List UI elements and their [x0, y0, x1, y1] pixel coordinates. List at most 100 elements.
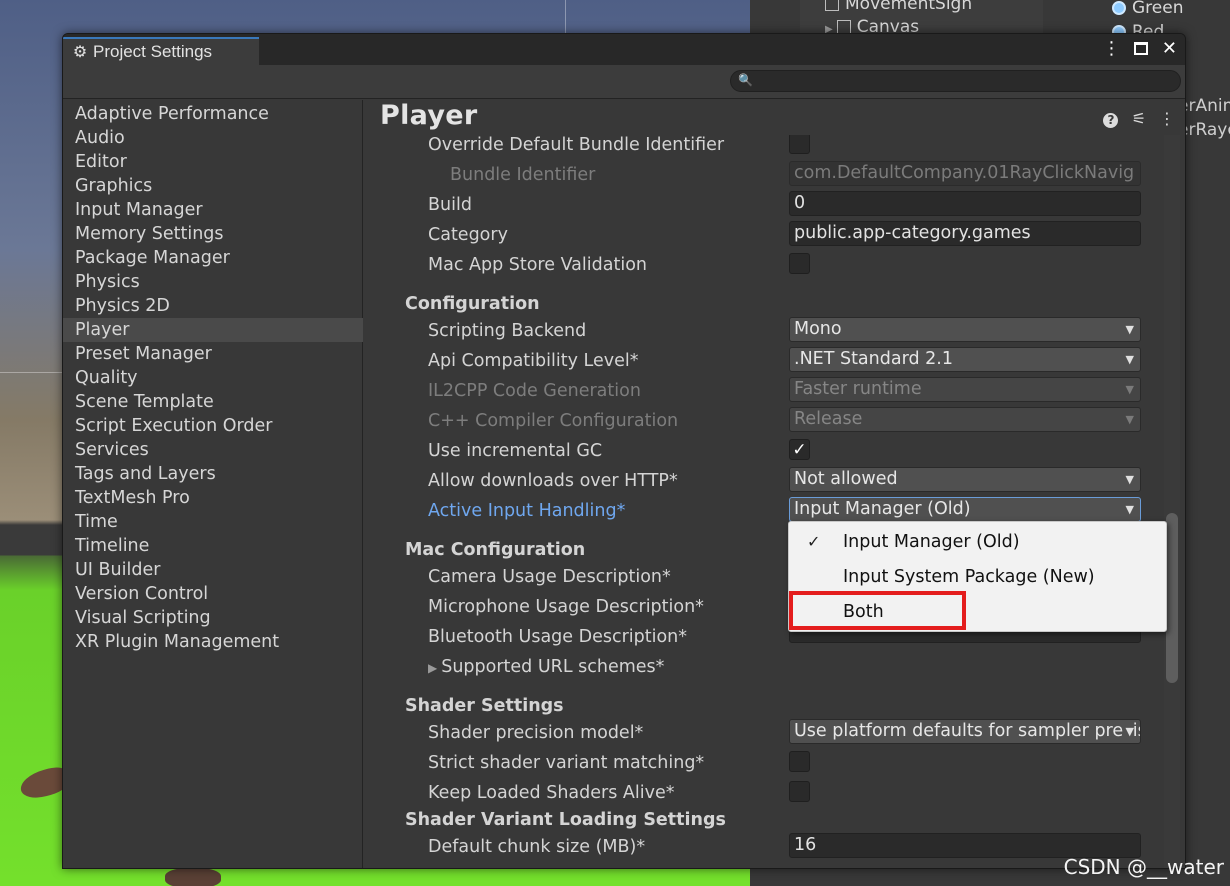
- sidebar-item-visual-scripting[interactable]: Visual Scripting: [63, 606, 363, 630]
- sidebar-item-preset-manager[interactable]: Preset Manager: [63, 342, 363, 366]
- menu-item-label: Input System Package (New): [843, 567, 1095, 587]
- search-icon: 🔍: [738, 73, 753, 87]
- hierarchy-item[interactable]: MovementSign: [825, 0, 972, 14]
- api-compatibility-label: Api Compatibility Level*: [428, 351, 639, 371]
- sidebar-item-script-execution-order[interactable]: Script Execution Order: [63, 414, 363, 438]
- player-settings-panel: Player ? ⚟ ⋮ Override Default Bundle Ide…: [364, 100, 1185, 868]
- sidebar-item-package-manager[interactable]: Package Manager: [63, 246, 363, 270]
- watermark: CSDN @__water: [1063, 855, 1224, 879]
- incremental-gc-checkbox[interactable]: ✓: [789, 439, 810, 460]
- dropdown-value: Not allowed: [794, 469, 898, 489]
- sidebar-item-adaptive-performance[interactable]: Adaptive Performance: [63, 102, 363, 126]
- scrollbar-thumb[interactable]: [1166, 513, 1178, 683]
- sidebar-item-scene-template[interactable]: Scene Template: [63, 390, 363, 414]
- sidebar-item-tags-and-layers[interactable]: Tags and Layers: [63, 462, 363, 486]
- title-bar: ⚙ Project Settings ⋮ ✕: [63, 34, 1185, 65]
- more-options-icon[interactable]: ⋮: [1102, 38, 1120, 59]
- active-input-handling-dropdown[interactable]: Input Manager (Old) ▼: [789, 497, 1141, 522]
- project-settings-window: ⚙ Project Settings ⋮ ✕ 🔍 Adaptive Perform…: [62, 33, 1186, 869]
- radio-icon: [1112, 1, 1126, 15]
- sidebar-item-ui-builder[interactable]: UI Builder: [63, 558, 363, 582]
- project-settings-tab[interactable]: ⚙ Project Settings: [63, 37, 259, 65]
- allow-http-dropdown[interactable]: Not allowed ▼: [789, 467, 1141, 492]
- sidebar-item-editor[interactable]: Editor: [63, 150, 363, 174]
- search-input[interactable]: 🔍: [730, 70, 1181, 92]
- mac-app-store-validation-label: Mac App Store Validation: [428, 255, 647, 275]
- dropdown-arrow-icon: ▼: [1125, 353, 1134, 366]
- sidebar-item-player[interactable]: Player: [63, 318, 363, 342]
- dropdown-value: Release: [794, 409, 863, 429]
- scene-rock-object: [165, 868, 221, 886]
- search-toolbar: 🔍: [63, 65, 1185, 99]
- maximize-icon[interactable]: [1134, 42, 1149, 55]
- hierarchy-item-green[interactable]: Green: [1112, 0, 1183, 18]
- settings-sidebar: Adaptive Performance Audio Editor Graphi…: [63, 100, 363, 868]
- dropdown-arrow-icon: ▼: [1125, 473, 1134, 486]
- allow-http-label: Allow downloads over HTTP*: [428, 471, 678, 491]
- page-title: Player: [380, 100, 478, 131]
- shader-precision-dropdown[interactable]: Use platform defaults for sampler precis…: [789, 719, 1141, 744]
- configuration-header: Configuration: [405, 294, 540, 314]
- cube-icon: [836, 20, 851, 34]
- close-icon[interactable]: ✕: [1162, 38, 1177, 59]
- sidebar-item-graphics[interactable]: Graphics: [63, 174, 363, 198]
- active-input-handling-label: Active Input Handling*: [428, 501, 626, 521]
- shader-settings-header: Shader Settings: [405, 696, 564, 716]
- sidebar-item-xr-plugin-management[interactable]: XR Plugin Management: [63, 630, 363, 654]
- keep-loaded-shaders-checkbox[interactable]: [789, 781, 810, 802]
- supported-url-schemes-foldout[interactable]: ▶ Supported URL schemes*: [428, 657, 664, 677]
- category-label: Category: [428, 225, 508, 245]
- shader-precision-label: Shader precision model*: [428, 723, 644, 743]
- build-label: Build: [428, 195, 472, 215]
- sidebar-item-physics-2d[interactable]: Physics 2D: [63, 294, 363, 318]
- camera-usage-label: Camera Usage Description*: [428, 567, 671, 587]
- dropdown-value: Faster runtime: [794, 379, 922, 399]
- sidebar-item-services[interactable]: Services: [63, 438, 363, 462]
- default-chunk-size-label: Default chunk size (MB)*: [428, 837, 646, 857]
- checkmark-icon: ✓: [807, 532, 821, 551]
- preset-sliders-icon[interactable]: ⚟: [1132, 109, 1146, 128]
- bundle-identifier-field[interactable]: com.DefaultCompany.01RayClickNavig: [789, 161, 1141, 186]
- cpp-compiler-configuration-dropdown: Release ▼: [789, 407, 1141, 432]
- strict-shader-matching-label: Strict shader variant matching*: [428, 753, 705, 773]
- api-compatibility-dropdown[interactable]: .NET Standard 2.1 ▼: [789, 347, 1141, 372]
- sidebar-item-quality[interactable]: Quality: [63, 366, 363, 390]
- dropdown-value: .NET Standard 2.1: [794, 349, 953, 369]
- build-field[interactable]: 0: [789, 191, 1141, 216]
- sidebar-item-physics[interactable]: Physics: [63, 270, 363, 294]
- sidebar-item-memory-settings[interactable]: Memory Settings: [63, 222, 363, 246]
- dropdown-arrow-icon: ▼: [1125, 323, 1134, 336]
- sidebar-item-input-manager[interactable]: Input Manager: [63, 198, 363, 222]
- gear-icon: ⚙: [72, 44, 88, 61]
- dropdown-arrow-icon: ▼: [1125, 503, 1134, 516]
- il2cpp-code-generation-label: IL2CPP Code Generation: [428, 381, 641, 401]
- help-icon[interactable]: ?: [1103, 113, 1119, 128]
- tab-title: Project Settings: [93, 42, 213, 61]
- category-field[interactable]: public.app-category.games: [789, 221, 1141, 246]
- sidebar-item-timeline[interactable]: Timeline: [63, 534, 363, 558]
- dropdown-arrow-icon: ▼: [1125, 383, 1134, 396]
- mac-app-store-validation-checkbox[interactable]: [789, 253, 810, 274]
- microphone-usage-label: Microphone Usage Description*: [428, 597, 704, 617]
- menu-item-input-system-package-new[interactable]: Input System Package (New): [789, 560, 1166, 594]
- red-highlight-box: [789, 591, 966, 630]
- sidebar-item-textmesh-pro[interactable]: TextMesh Pro: [63, 486, 363, 510]
- bundle-identifier-label: Bundle Identifier: [450, 165, 596, 185]
- scripting-backend-dropdown[interactable]: Mono ▼: [789, 317, 1141, 342]
- settings-content: Override Default Bundle Identifier Bundl…: [394, 135, 1149, 868]
- strict-shader-matching-checkbox[interactable]: [789, 751, 810, 772]
- dropdown-arrow-icon: ▼: [1125, 413, 1134, 426]
- more-options-icon[interactable]: ⋮: [1159, 109, 1175, 128]
- sidebar-item-audio[interactable]: Audio: [63, 126, 363, 150]
- checkmark-icon: ✓: [792, 440, 807, 460]
- vertical-scrollbar[interactable]: [1164, 135, 1180, 868]
- foldout-label: Supported URL schemes*: [441, 657, 665, 677]
- override-bundle-checkbox[interactable]: [789, 135, 810, 154]
- dropdown-value: Use platform defaults for sampler precis…: [794, 721, 1141, 741]
- sidebar-item-time[interactable]: Time: [63, 510, 363, 534]
- override-bundle-label: Override Default Bundle Identifier: [428, 135, 725, 155]
- dropdown-arrow-icon: ▼: [1122, 720, 1134, 743]
- sidebar-item-version-control[interactable]: Version Control: [63, 582, 363, 606]
- menu-item-input-manager-old[interactable]: ✓ Input Manager (Old): [789, 525, 1166, 559]
- dropdown-value: Input Manager (Old): [794, 499, 971, 519]
